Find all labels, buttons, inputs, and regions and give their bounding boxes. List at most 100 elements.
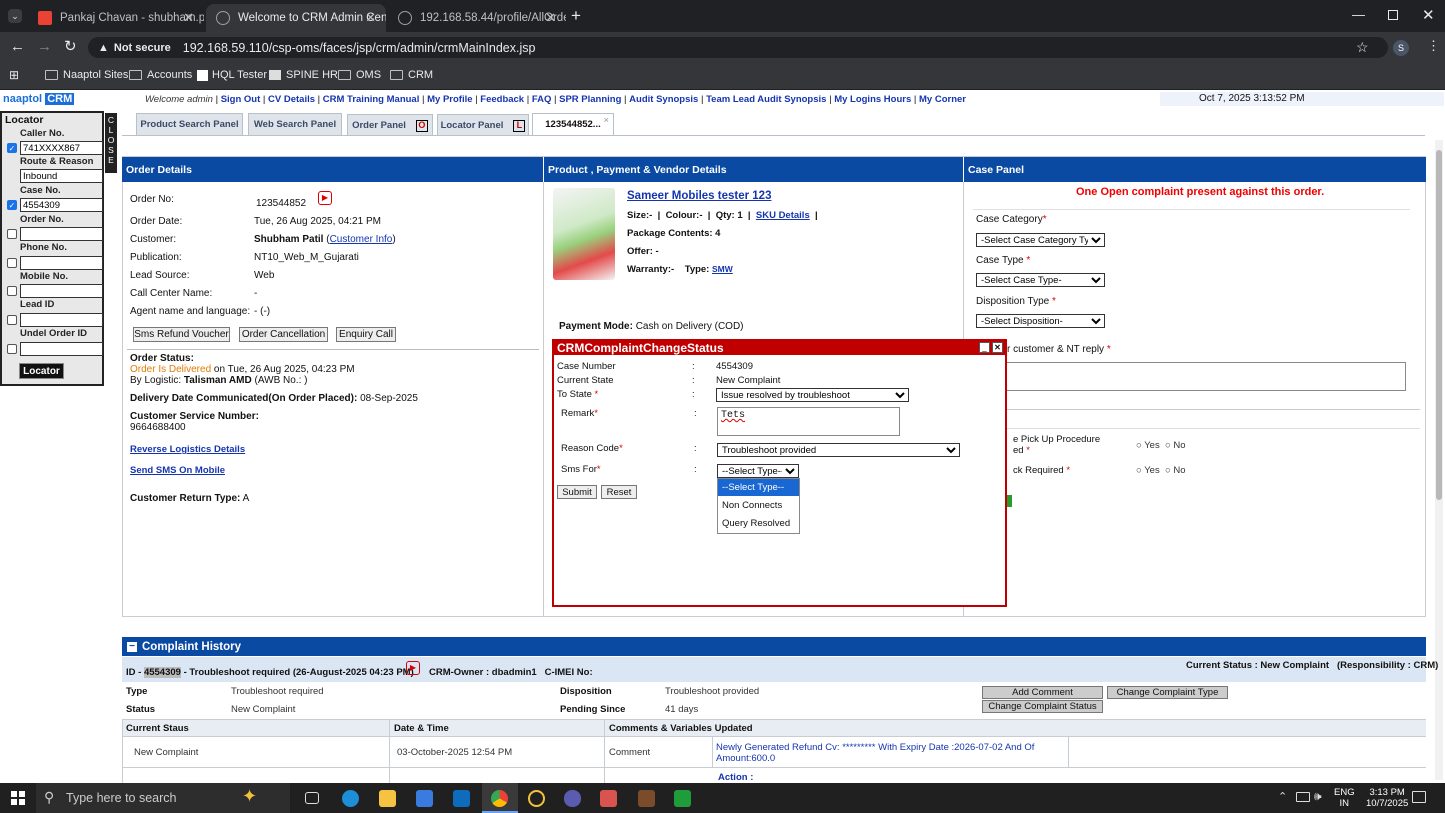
reset-button[interactable]: Reset (601, 485, 637, 499)
app-icon-4[interactable] (638, 790, 655, 807)
reply-textarea[interactable] (1005, 362, 1406, 391)
link-audit-synopsis[interactable]: Audit Synopsis (629, 94, 698, 105)
browser-tab-gmail[interactable]: Pankaj Chavan - shubham.patil ✕ (28, 4, 204, 32)
sms-refund-voucher-button[interactable]: Sms Refund Voucher (133, 327, 230, 342)
tab-web-search[interactable]: Web Search Panel (248, 113, 342, 135)
reason-code-select[interactable]: Troubleshoot provided (717, 443, 960, 457)
app-icon-1[interactable] (528, 790, 545, 807)
browser-tab-crm[interactable]: Welcome to CRM Admin Cente ✕ (206, 4, 386, 32)
bookmark-spine-hr[interactable]: SPINE HR (269, 69, 338, 81)
caller-no-checkbox[interactable]: ✓ (7, 143, 17, 153)
undel-order-checkbox[interactable] (7, 344, 17, 354)
order-panel-icon[interactable]: O (415, 119, 428, 132)
order-no-checkbox[interactable] (7, 229, 17, 239)
link-team-lead-audit[interactable]: Team Lead Audit Synopsis (706, 94, 826, 105)
close-tab-icon[interactable]: ✕ (365, 10, 376, 26)
sku-details-link[interactable]: SKU Details (756, 210, 810, 221)
close-tab-icon[interactable]: ✕ (183, 10, 194, 26)
dropdown-option[interactable]: Query Resolved (718, 514, 799, 532)
clock[interactable]: 3:13 PM 10/7/2025 (1366, 787, 1408, 809)
lead-id-checkbox[interactable] (7, 315, 17, 325)
to-state-select[interactable]: Issue resolved by troubleshoot (716, 388, 909, 402)
tray-chevron-icon[interactable]: ⌃ (1278, 790, 1287, 803)
bookmark-naaptol-sites[interactable]: Naaptol Sites (45, 69, 128, 81)
collapse-icon[interactable]: − (127, 641, 137, 652)
chrome-icon[interactable] (491, 790, 508, 807)
file-explorer-icon[interactable] (379, 790, 396, 807)
customer-info-link[interactable]: Customer Info (330, 234, 393, 245)
enquiry-call-button[interactable]: Enquiry Call (336, 327, 396, 342)
close-locator-strip[interactable]: CLOSE (105, 113, 117, 173)
link-training-manual[interactable]: CRM Training Manual (323, 94, 420, 105)
reload-icon[interactable]: ↻ (64, 37, 77, 55)
bookmark-accounts[interactable]: Accounts (129, 69, 192, 81)
browser-tab-orders[interactable]: 192.168.58.44/profile/AllOrders ✕ (388, 4, 566, 32)
app-icon-2[interactable] (564, 790, 581, 807)
add-comment-button[interactable]: Add Comment (982, 686, 1103, 699)
submit-button[interactable]: Submit (557, 485, 597, 499)
network-icon[interactable] (1296, 792, 1310, 802)
dropdown-option[interactable]: Non Connects (718, 496, 799, 514)
caller-no-input[interactable] (20, 141, 103, 155)
case-no-input[interactable] (20, 198, 103, 212)
close-tab-icon[interactable]: × (603, 115, 609, 126)
bookmark-crm[interactable]: CRM (390, 69, 433, 81)
bookmark-oms[interactable]: OMS (338, 69, 381, 81)
remark-textarea[interactable]: Tets (717, 407, 900, 436)
link-feedback[interactable]: Feedback (480, 94, 524, 105)
tab-product-search[interactable]: Product Search Panel (136, 113, 243, 135)
new-tab-icon[interactable]: + (571, 6, 581, 26)
case-type-select[interactable]: -Select Case Type- (976, 273, 1105, 287)
phone-no-checkbox[interactable] (7, 258, 17, 268)
link-my-corner[interactable]: My Corner (919, 94, 966, 105)
forward-icon[interactable]: → (37, 38, 52, 55)
pickup-radio-group[interactable]: ○ Yes ○ No (1136, 440, 1186, 451)
menu-icon[interactable]: ⋮ (1427, 38, 1440, 54)
tab-search-icon[interactable]: ⌄ (8, 9, 22, 23)
address-bar[interactable]: ▲ Not secure 192.168.59.110/csp-oms/face… (88, 37, 1388, 58)
store-icon[interactable] (416, 790, 433, 807)
product-name-link[interactable]: Sameer Mobiles tester 123 (627, 190, 771, 202)
send-sms-link[interactable]: Send SMS On Mobile (130, 465, 225, 476)
dialog-minimize-icon[interactable]: _ (979, 342, 990, 353)
windows-start-icon[interactable] (11, 791, 25, 805)
tab-locator-panel[interactable]: Locator Panel L (437, 114, 529, 136)
disposition-select[interactable]: -Select Disposition- (976, 314, 1105, 328)
route-reason-input[interactable] (20, 169, 103, 183)
link-login-hours[interactable]: My Logins Hours (834, 94, 911, 105)
edge-icon[interactable] (342, 790, 359, 807)
language-indicator[interactable]: ENG IN (1334, 787, 1355, 809)
apps-grid-icon[interactable]: ⊞ (9, 68, 19, 82)
mobile-no-input[interactable] (20, 284, 103, 298)
change-complaint-status-button[interactable]: Change Complaint Status (982, 700, 1103, 713)
ck-radio-group[interactable]: ○ Yes ○ No (1136, 465, 1186, 476)
close-tab-icon[interactable]: ✕ (545, 10, 556, 26)
minimize-icon[interactable]: — (1352, 7, 1365, 22)
app-icon-5[interactable] (674, 790, 691, 807)
mobile-no-checkbox[interactable] (7, 286, 17, 296)
taskbar-search-box[interactable]: ⚲ Type here to search ✦ (36, 783, 290, 813)
close-window-icon[interactable]: ✕ (1422, 6, 1435, 24)
back-icon[interactable]: ← (10, 38, 25, 55)
scrollbar-thumb[interactable] (1436, 150, 1442, 500)
volume-icon[interactable]: 🕪 (1314, 789, 1322, 804)
app-icon-3[interactable] (600, 790, 617, 807)
undel-order-input[interactable] (20, 342, 103, 356)
case-no-checkbox[interactable]: ✓ (7, 200, 17, 210)
order-play-icon[interactable]: ▶ (318, 191, 332, 205)
tab-order-panel[interactable]: Order Panel O (347, 114, 433, 136)
tab-active-order[interactable]: 123544852... × (532, 113, 614, 135)
outlook-icon[interactable] (453, 790, 470, 807)
order-cancellation-button[interactable]: Order Cancellation (239, 327, 328, 342)
dialog-close-icon[interactable]: ✕ (992, 342, 1003, 353)
link-my-profile[interactable]: My Profile (427, 94, 472, 105)
type-link[interactable]: SMW (712, 264, 733, 274)
restore-icon[interactable] (1388, 10, 1398, 20)
case-category-select[interactable]: -Select Case Category Type (976, 233, 1105, 247)
task-view-icon[interactable] (305, 792, 319, 804)
dropdown-option[interactable]: --Select Type-- (718, 479, 799, 496)
bookmark-star-icon[interactable]: ☆ (1356, 39, 1369, 56)
sms-for-select[interactable]: --Select Type-- (717, 464, 799, 478)
locator-button[interactable]: Locator (19, 363, 64, 379)
phone-no-input[interactable] (20, 256, 103, 270)
